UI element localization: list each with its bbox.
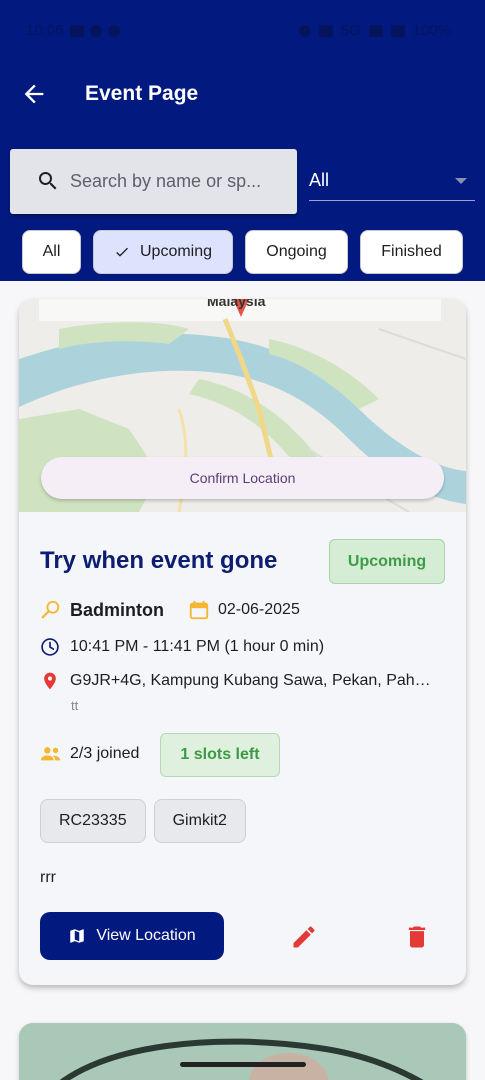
clock-icon [41, 638, 59, 656]
chip-ongoing[interactable]: Ongoing [245, 230, 348, 274]
event-card: Malaysia Confirm Location Try when event… [19, 299, 466, 985]
map-place-label: Malaysia [207, 299, 266, 309]
people-icon [40, 747, 61, 761]
car-icon [318, 24, 333, 37]
trash-icon [408, 926, 426, 948]
chip-label: Upcoming [139, 243, 213, 260]
status-right-group: 5G 100% [298, 22, 451, 39]
chip-finished[interactable]: Finished [360, 230, 463, 274]
event-photo [19, 1023, 466, 1080]
hotspot-icon [298, 24, 311, 37]
joined-row: 2/3 joined [40, 745, 139, 763]
event-location: G9JR+4G, Kampung Kubang Sawa, Pekan, Pah… [70, 672, 431, 689]
event-date: 02-06-2025 [218, 601, 300, 618]
chip-label: Ongoing [266, 243, 327, 260]
delete-button[interactable] [403, 923, 433, 953]
event-sport: Badminton [70, 599, 164, 620]
search-icon [39, 172, 57, 190]
location-row: G9JR+4G, Kampung Kubang Sawa, Pekan, Pah… [40, 670, 431, 692]
status-filter-chips: All Upcoming Ongoing Finished [22, 230, 463, 274]
event-map[interactable]: Malaysia Confirm Location [19, 299, 466, 512]
status-badge: Upcoming [329, 539, 445, 584]
back-button[interactable] [20, 80, 48, 108]
pencil-icon [293, 926, 315, 948]
location-note: tt [71, 698, 79, 713]
cloud-icon [107, 24, 120, 37]
home-indicator [180, 1062, 306, 1067]
network-type: 5G [340, 22, 361, 39]
chip-label: Finished [381, 243, 442, 260]
map-icon [70, 929, 85, 943]
time-row: 10:41 PM - 11:41 PM (1 hour 0 min) [40, 637, 324, 657]
location-pin-icon [44, 672, 56, 690]
event-title: Try when event gone [40, 547, 278, 574]
next-event-card[interactable] [19, 1023, 466, 1080]
status-time: 10:06 [26, 22, 64, 39]
page-title: Event Page [85, 82, 199, 105]
sport-date-row: Badminton 02-06-2025 [40, 599, 300, 621]
search-box[interactable] [10, 149, 297, 214]
chip-all[interactable]: All [22, 230, 81, 274]
search-input[interactable] [70, 161, 290, 201]
confirm-location-button[interactable]: Confirm Location [41, 457, 444, 499]
view-location-label: View Location [96, 927, 196, 944]
tag-list: RC23335 Gimkit2 [40, 799, 246, 843]
event-time: 10:41 PM - 11:41 PM (1 hour 0 min) [70, 638, 325, 655]
edit-button[interactable] [290, 923, 320, 953]
badminton-icon [41, 600, 60, 619]
sport-filter-value: All [309, 170, 330, 190]
battery-percent: 100% [412, 22, 451, 39]
mail-icon [69, 24, 84, 37]
status-time-group: 10:06 [26, 22, 120, 39]
slots-left-badge: 1 slots left [160, 733, 280, 777]
battery-icon [390, 24, 405, 37]
chevron-down-icon [455, 178, 467, 184]
calendar-icon [189, 600, 209, 620]
notification-icon [89, 24, 102, 37]
chip-upcoming[interactable]: Upcoming [93, 230, 233, 274]
tag-chip[interactable]: Gimkit2 [153, 799, 246, 843]
signal-icon [368, 24, 383, 37]
arrow-left-icon [24, 84, 44, 104]
status-bar: 10:06 5G 100% [0, 0, 485, 60]
sport-filter-dropdown[interactable]: All [309, 160, 475, 201]
joined-count: 2/3 joined [70, 745, 140, 762]
check-icon [116, 247, 128, 257]
event-description: rrr [40, 869, 56, 886]
view-location-button[interactable]: View Location [40, 912, 224, 960]
tag-chip[interactable]: RC23335 [40, 799, 146, 843]
chip-label: All [42, 243, 61, 260]
